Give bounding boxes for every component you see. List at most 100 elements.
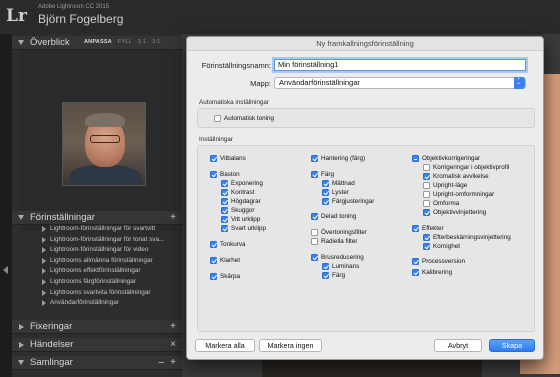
- preset-folder[interactable]: Lightrooms färgförinställningar: [12, 277, 182, 288]
- collapse-left-panel-icon[interactable]: [3, 266, 8, 274]
- preset-folder-list: Lightroom-förinställningar för svartvitt…: [12, 224, 182, 309]
- clear-history-icon[interactable]: ×: [170, 339, 176, 350]
- auto-tone-checkbox[interactable]: Automatisk toning: [214, 114, 274, 123]
- settings-label: Inställningar: [199, 136, 233, 143]
- checkbox-grain[interactable]: Kornighet: [423, 242, 460, 251]
- zoom-options: ANPASSA FYLL 1:1 3:1: [84, 39, 166, 45]
- checkbox-clarity[interactable]: Klarhet: [210, 256, 240, 265]
- folder-select[interactable]: Användarförinställningar: [274, 77, 526, 89]
- remove-collection-icon[interactable]: –: [158, 357, 164, 368]
- folder-arrow-icon: [42, 247, 46, 254]
- dialog-title: Ny framkallningsförinställning: [187, 37, 543, 51]
- cancel-button[interactable]: Avbryt: [434, 339, 482, 352]
- folder-label: Mapp:: [250, 79, 271, 88]
- preset-folder[interactable]: Lightroom-förinställningar för video: [12, 245, 182, 256]
- preset-folder[interactable]: Lightroom-förinställningar för tonat sva…: [12, 235, 182, 246]
- checkbox-lens-vignetting[interactable]: Objektivvinjettering: [423, 208, 486, 217]
- checkbox-color-adjustments[interactable]: Färgjusteringar: [322, 197, 374, 206]
- checkbox-white-clipping[interactable]: Vitt urklipp: [221, 215, 260, 224]
- settings-box: Vitbalans Baston Exponering Kontrast Hög…: [197, 145, 535, 332]
- history-header[interactable]: Händelser ×: [12, 338, 182, 352]
- folder-arrow-icon: [42, 268, 46, 275]
- navigator-header[interactable]: Överblick ANPASSA FYLL 1:1 3:1: [12, 36, 182, 50]
- checkbox-vibrance[interactable]: Lyster: [322, 188, 349, 197]
- navigator-preview[interactable]: [20, 50, 176, 230]
- preset-folder[interactable]: Användarförinställningar: [12, 298, 182, 309]
- identity-plate: Lr Adobe Lightroom CC 2015 Björn Fogelbe…: [0, 0, 560, 34]
- checkbox-sharpening[interactable]: Skärpa: [210, 272, 240, 281]
- checkbox-lens-profile[interactable]: Korrigeringar i objektivprofil: [423, 163, 509, 172]
- new-develop-preset-dialog: Ny framkallningsförinställning Förinstäl…: [186, 36, 544, 360]
- presets-header[interactable]: Förinställningar +: [12, 211, 182, 225]
- expand-triangle-icon: [18, 40, 24, 45]
- add-snapshot-icon[interactable]: +: [170, 321, 176, 332]
- checkbox-white-balance[interactable]: Vitbalans: [210, 154, 246, 163]
- expand-triangle-icon: [18, 215, 24, 220]
- checkbox-calibration[interactable]: Kalibrering: [412, 268, 452, 277]
- checkbox-noise-reduction[interactable]: Brusreducering: [311, 253, 364, 262]
- collections-title: Samlingar: [30, 357, 73, 368]
- checkbox-lens-corrections[interactable]: Objektivkorrigeringar: [412, 154, 480, 163]
- checkbox-luminance[interactable]: Luminans: [322, 262, 359, 271]
- left-edge-strip: [0, 34, 12, 377]
- checkbox-upright-mode[interactable]: Upright-läge: [423, 181, 467, 190]
- folder-select-value: Användarförinställningar: [279, 78, 360, 87]
- snapshots-header[interactable]: Fixeringar +: [12, 320, 182, 334]
- preset-name-label: Förinställningsnamn:: [201, 61, 271, 70]
- checkbox-chromatic-aberration[interactable]: Kromatisk avvikelse: [423, 172, 489, 181]
- app-name: Adobe Lightroom CC 2015: [38, 4, 110, 10]
- zoom-3-1[interactable]: 3:1: [152, 39, 160, 45]
- zoom-fill[interactable]: FYLL: [118, 39, 132, 45]
- auto-settings-box: Automatisk toning: [197, 108, 535, 128]
- checkbox-effects[interactable]: Effekter: [412, 224, 444, 233]
- collections-header[interactable]: Samlingar – +: [12, 356, 182, 370]
- navigator-title: Överblick: [30, 37, 70, 48]
- create-button[interactable]: Skapa: [489, 339, 535, 352]
- checkbox-radial-filters[interactable]: Radiella filter: [311, 237, 357, 246]
- checkbox-graduated-filters[interactable]: Övertoningsfilter: [311, 228, 367, 237]
- checkbox-post-crop-vignetting[interactable]: Efterbeskärningsvinjettering: [423, 233, 511, 242]
- checkbox-black-clipping[interactable]: Svart urklipp: [221, 224, 266, 233]
- expand-triangle-icon: [18, 360, 24, 365]
- add-collection-icon[interactable]: +: [170, 357, 176, 368]
- history-title: Händelser: [30, 339, 74, 350]
- snapshots-title: Fixeringar: [30, 321, 73, 332]
- user-name: Björn Fogelberg: [38, 12, 124, 26]
- checkbox-saturation[interactable]: Mättnad: [322, 179, 355, 188]
- auto-settings-label: Automatiska inställningar: [199, 99, 270, 106]
- checkbox-basic-tone[interactable]: Baston: [210, 170, 240, 179]
- collapsed-triangle-icon: [19, 324, 24, 330]
- checkbox-noise-color[interactable]: Färg: [322, 271, 345, 280]
- checkbox-process-version[interactable]: Processversion: [412, 257, 465, 266]
- preset-name-input[interactable]: Min förinställning1: [274, 59, 526, 71]
- checkbox-highlights[interactable]: Högdagrar: [221, 197, 261, 206]
- checkbox-transform[interactable]: Omforma: [423, 199, 459, 208]
- checkbox-tone-curve[interactable]: Tonkurva: [210, 240, 246, 249]
- portrait-thumbnail: [62, 102, 146, 186]
- select-arrows-icon: [514, 77, 525, 89]
- preset-folder[interactable]: Lightrooms effektförinställningar: [12, 266, 182, 277]
- folder-arrow-icon: [42, 226, 46, 232]
- preset-folder[interactable]: Lightrooms svartvita förinställningar: [12, 288, 182, 299]
- presets-title: Förinställningar: [30, 212, 95, 223]
- folder-arrow-icon: [42, 257, 46, 264]
- checkbox-color[interactable]: Färg: [311, 170, 334, 179]
- add-preset-icon[interactable]: +: [170, 212, 176, 223]
- zoom-fit[interactable]: ANPASSA: [84, 39, 112, 45]
- checkbox-exposure[interactable]: Exponering: [221, 179, 263, 188]
- check-all-button[interactable]: Markera alla: [195, 339, 255, 352]
- lightroom-logo: Lr: [6, 6, 27, 26]
- checkbox-shadows[interactable]: Skuggor: [221, 206, 254, 215]
- folder-arrow-icon: [42, 289, 46, 296]
- folder-arrow-icon: [42, 300, 46, 307]
- checkbox-contrast[interactable]: Kontrast: [221, 188, 254, 197]
- preset-folder[interactable]: Lightroom-förinställningar för svartvitt: [12, 224, 182, 235]
- check-none-button[interactable]: Markera ingen: [259, 339, 322, 352]
- checkbox-upright-transforms[interactable]: Upright-omformningar: [423, 190, 494, 199]
- collapsed-triangle-icon: [19, 342, 24, 348]
- preset-folder[interactable]: Lightrooms allmänna förinställningar: [12, 256, 182, 267]
- checkbox-treatment[interactable]: Hantering (färg): [311, 154, 365, 163]
- checkbox-split-toning[interactable]: Delad toning: [311, 212, 356, 221]
- zoom-1-1[interactable]: 1:1: [138, 39, 146, 45]
- left-panel: Överblick ANPASSA FYLL 1:1 3:1 Förinställni…: [12, 34, 182, 377]
